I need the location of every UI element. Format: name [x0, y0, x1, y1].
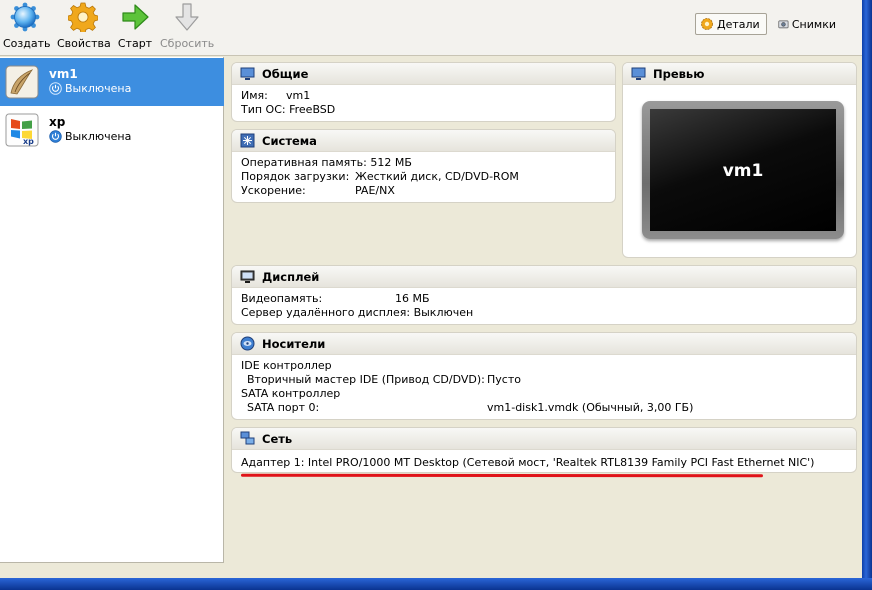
vm-state: Выключена: [49, 130, 131, 143]
general-title: Общие: [262, 66, 309, 81]
start-arrow-icon: [122, 4, 149, 30]
general-name-value: vm1: [286, 89, 311, 102]
snapshots-button[interactable]: Снимки: [774, 13, 840, 35]
discard-label: Сбросить: [160, 37, 215, 50]
preview-screen: vm1: [642, 101, 844, 239]
storage-sata-controller: SATA контроллер: [241, 387, 341, 400]
network-panel: Сеть Адаптер 1: Intel PRO/1000 MT Deskto…: [231, 427, 857, 473]
system-boot-row: Порядок загрузки: Жесткий диск, CD/DVD-R…: [241, 170, 615, 184]
storage-ide-controller: IDE контроллер: [241, 359, 332, 372]
system-ram-label: Оперативная память:: [241, 156, 367, 169]
network-header[interactable]: Сеть: [232, 428, 856, 450]
general-os-value: FreeBSD: [289, 103, 336, 116]
discard-button[interactable]: Сбросить: [160, 2, 214, 54]
create-icon: [10, 2, 40, 32]
storage-header[interactable]: Носители: [232, 333, 856, 355]
display-header[interactable]: Дисплей: [232, 266, 856, 288]
system-accel-row: Ускорение: PAE/NX: [241, 184, 615, 198]
start-label: Старт: [117, 37, 153, 50]
vm-name: vm1: [49, 67, 78, 81]
vm-state: Выключена: [49, 82, 131, 95]
system-boot-value: Жесткий диск, CD/DVD-ROM: [355, 170, 519, 183]
network-icon: [240, 431, 255, 445]
storage-sata-slot-value: vm1-disk1.vmdk (Обычный, 3,00 ГБ): [487, 401, 694, 414]
display-vram-value: 16 МБ: [395, 292, 430, 305]
system-accel-value: PAE/NX: [355, 184, 395, 197]
preview-header[interactable]: Превью: [623, 63, 856, 85]
settings-label: Свойства: [57, 37, 111, 50]
display-panel: Дисплей Видеопамять: 16 МБ Сервер удалён…: [231, 265, 857, 325]
create-label: Создать: [3, 37, 51, 50]
vm-list-item[interactable]: vm1 Выключена: [0, 58, 224, 106]
display-title: Дисплей: [262, 269, 320, 284]
details-gear-icon: [701, 18, 713, 30]
storage-title: Носители: [262, 336, 326, 351]
vm-list-item[interactable]: xp xp Выключена: [0, 106, 224, 154]
storage-sata-slot-label: SATA порт 0:: [247, 401, 320, 414]
general-header[interactable]: Общие: [232, 63, 615, 85]
storage-ide-slot-value: Пусто: [487, 373, 521, 386]
display-rdp-value: Выключен: [413, 306, 474, 319]
storage-sata-slot-row: SATA порт 0: vm1-disk1.vmdk (Обычный, 3,…: [241, 401, 856, 415]
vm-list[interactable]: vm1 Выключена xp xp Выключена: [0, 57, 224, 563]
network-adapter1: Адаптер 1: Intel PRO/1000 MT Desktop (Се…: [241, 456, 815, 469]
gear-icon: [68, 2, 98, 32]
display-vram-label: Видеопамять:: [241, 292, 323, 305]
svg-text:xp: xp: [23, 137, 34, 146]
network-title: Сеть: [262, 431, 293, 446]
general-panel: Общие Имя: vm1 Тип ОС: FreeBSD: [231, 62, 616, 122]
general-name-row: Имя: vm1: [241, 89, 615, 103]
create-button[interactable]: Создать: [3, 2, 51, 54]
preview-title: Превью: [653, 66, 705, 81]
vm-name: xp: [49, 115, 66, 129]
settings-button[interactable]: Свойства: [57, 2, 111, 54]
general-name-label: Имя:: [241, 89, 268, 102]
system-ram-row: Оперативная память: 512 МБ: [241, 156, 615, 170]
details-label: Детали: [717, 17, 760, 31]
system-header[interactable]: Система: [232, 130, 615, 152]
storage-panel: Носители IDE контроллер Вторичный мастер…: [231, 332, 857, 420]
storage-ide-slot-label: Вторичный мастер IDE (Привод CD/DVD):: [247, 373, 485, 386]
vm-state-text: Выключена: [65, 82, 132, 95]
system-panel: Система Оперативная память: 512 МБ Поряд…: [231, 129, 616, 203]
chip-icon: [240, 133, 255, 148]
display-icon: [240, 270, 255, 283]
start-button[interactable]: Старт: [117, 2, 153, 54]
window-frame-bottom[interactable]: [0, 578, 872, 590]
monitor-icon: [631, 67, 646, 80]
power-off-icon: [49, 130, 62, 143]
discard-arrow-icon: [175, 3, 199, 31]
preview-vm-name: vm1: [722, 161, 764, 181]
window-frame-right[interactable]: [862, 0, 872, 590]
system-boot-label: Порядок загрузки:: [241, 170, 350, 183]
storage-ide-slot-row: Вторичный мастер IDE (Привод CD/DVD): Пу…: [241, 373, 856, 387]
annotation-underline: [240, 473, 764, 478]
system-ram-value: 512 МБ: [370, 156, 412, 169]
freebsd-os-icon: [5, 65, 39, 99]
details-button[interactable]: Детали: [695, 13, 767, 35]
preview-panel: Превью vm1: [622, 62, 857, 258]
general-os-label: Тип ОС:: [241, 103, 286, 116]
vm-state-text: Выключена: [65, 130, 132, 143]
snapshots-label: Снимки: [791, 17, 836, 31]
disk-icon: [240, 336, 255, 351]
general-os-row: Тип ОС: FreeBSD: [241, 103, 615, 117]
system-accel-label: Ускорение:: [241, 184, 306, 197]
windows-xp-os-icon: xp: [5, 113, 39, 147]
power-off-icon: [49, 82, 62, 95]
monitor-icon: [240, 67, 255, 80]
toolbar: Создать Свойства Старт Сбросить Детали С…: [0, 0, 862, 56]
display-rdp-label: Сервер удалённого дисплея:: [241, 306, 411, 319]
system-title: Система: [262, 133, 317, 148]
camera-icon: [778, 20, 789, 29]
display-rdp-row: Сервер удалённого дисплея: Выключен: [241, 306, 856, 320]
virtualbox-main-window: Создать Свойства Старт Сбросить Детали С…: [0, 0, 862, 578]
display-vram-row: Видеопамять: 16 МБ: [241, 292, 856, 306]
